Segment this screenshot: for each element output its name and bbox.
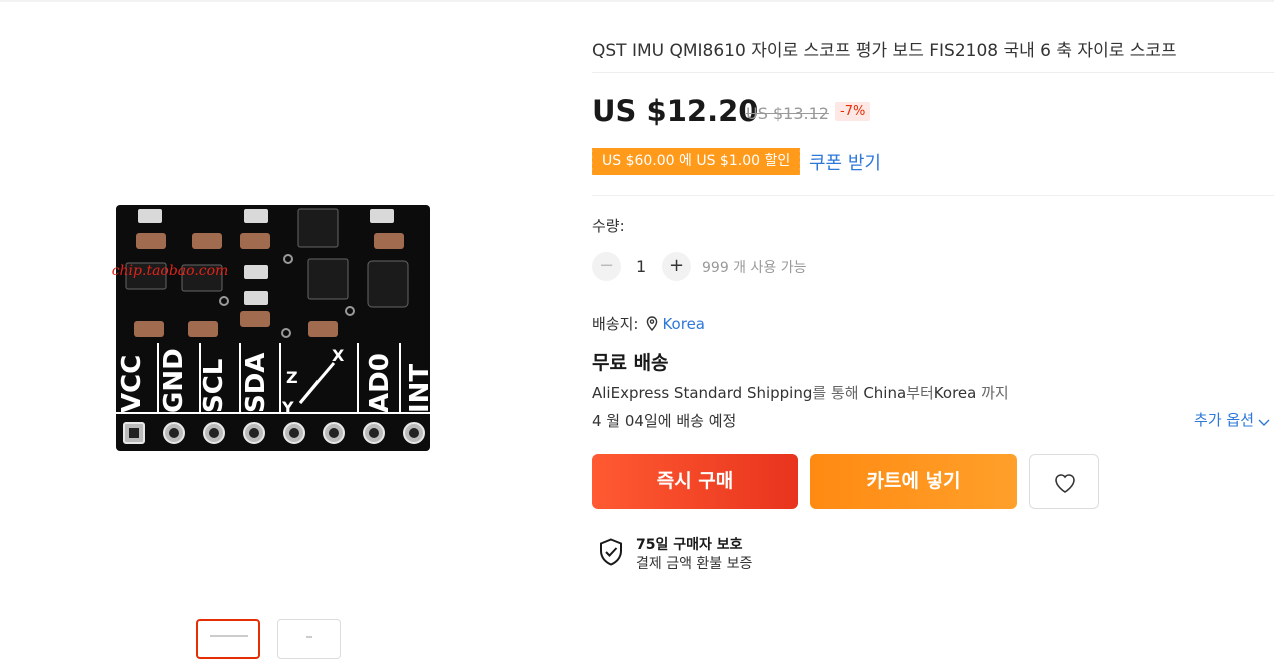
divider xyxy=(592,72,1274,73)
heart-icon xyxy=(1055,474,1075,493)
shipping-origin: China xyxy=(863,384,907,402)
add-to-cart-button[interactable]: 카트에 넣기 xyxy=(810,454,1017,509)
coupon-text: US $60.00 에 US $1.00 할인 xyxy=(602,153,791,169)
pin-label-int: INT xyxy=(405,364,434,413)
wishlist-button[interactable] xyxy=(1029,454,1099,509)
current-price: US $12.20 xyxy=(592,94,759,128)
free-shipping-label: 무료 배송 xyxy=(592,352,669,374)
image-watermark: xyxchip.taobao.com xyxy=(112,263,228,279)
shipping-text: 부터 xyxy=(906,384,934,402)
pin-label-gnd: GND xyxy=(159,348,189,413)
more-options-link[interactable]: 추가 옵션 xyxy=(1194,409,1270,430)
get-coupon-link[interactable]: 쿠폰 받기 xyxy=(809,149,881,175)
pin-label-vcc: VCC xyxy=(117,355,147,413)
buyer-protection-title: 75일 구매자 보호 xyxy=(636,537,743,553)
divider xyxy=(592,195,1274,196)
quantity-value[interactable]: 1 xyxy=(636,257,646,276)
product-image[interactable]: VCC GND SCL SDA AD0 INT Y Z X chip.taoba… xyxy=(88,203,435,455)
shipping-text: 까지 xyxy=(976,384,1009,402)
thumbnail-1[interactable] xyxy=(196,619,260,659)
ship-to-country[interactable]: Korea xyxy=(662,315,705,333)
location-pin-icon xyxy=(646,316,658,335)
ship-to-label: 배송지: xyxy=(592,315,639,333)
chevron-down-icon xyxy=(1258,419,1270,426)
delivery-suffix: 에 배송 예정 xyxy=(657,412,737,430)
pin-label-ad0: AD0 xyxy=(365,353,395,413)
delivery-estimate: 4 월 04일에 배송 예정 xyxy=(592,410,736,431)
shipping-carrier: AliExpress Standard Shipping xyxy=(592,384,813,402)
shipping-method: AliExpress Standard Shipping를 통해 China부터… xyxy=(592,382,1009,403)
shipping-text: 를 통해 xyxy=(812,384,864,402)
pin-label-scl: SCL xyxy=(199,359,229,413)
quantity-label: 수량: xyxy=(592,217,625,235)
axis-label-y: Y xyxy=(281,398,294,417)
more-options-label: 추가 옵션 xyxy=(1194,411,1254,429)
quantity-decrease-button[interactable]: − xyxy=(592,252,621,281)
buy-now-button[interactable]: 즉시 구매 xyxy=(592,454,798,509)
product-title: QST IMU QMI8610 자이로 스코프 평가 보드 FIS2108 국내… xyxy=(592,41,1177,61)
product-gallery: VCC GND SCL SDA AD0 INT Y Z X chip.taoba… xyxy=(0,0,560,659)
quantity-increase-button[interactable]: + xyxy=(662,252,691,281)
original-price: US $13.12 xyxy=(746,104,829,123)
pin-label-sda: SDA xyxy=(241,353,271,413)
axis-label-x: X xyxy=(332,346,345,365)
coupon-badge: US $60.00 에 US $1.00 할인 xyxy=(589,148,801,175)
shipping-destination: Korea xyxy=(933,384,977,402)
shield-check-icon xyxy=(598,538,624,570)
axis-label-z: Z xyxy=(286,368,298,387)
buyer-protection-subtitle: 결제 금액 환불 보증 xyxy=(636,556,753,572)
thumbnail-2[interactable] xyxy=(277,619,341,659)
delivery-date: 4 월 04일 xyxy=(592,412,658,430)
available-count: 999 개 사용 가능 xyxy=(702,260,807,276)
discount-badge: -7% xyxy=(835,102,871,121)
ship-to: 배송지: Korea xyxy=(592,313,705,335)
